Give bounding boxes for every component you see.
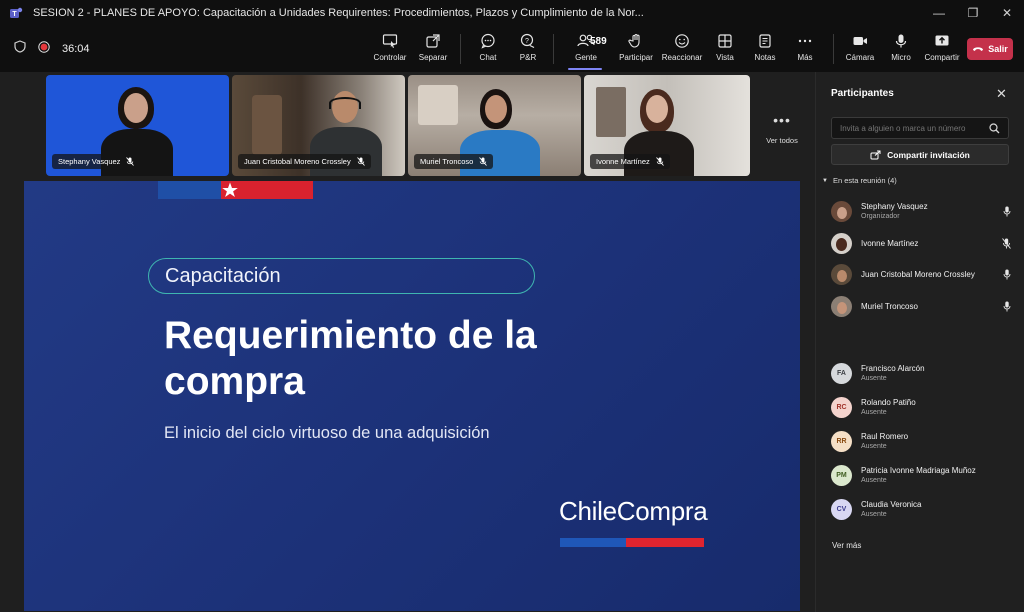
participant-row[interactable]: Muriel Troncoso: [831, 293, 1011, 319]
notas-button[interactable]: Notas: [751, 30, 779, 70]
see-more-link[interactable]: Ver más: [832, 541, 861, 550]
meeting-toolbar: 36:04 Controlar Separar Chat ? P&R Gente…: [0, 26, 1024, 72]
video-tile[interactable]: Muriel Troncoso: [408, 75, 581, 176]
leave-button[interactable]: Salir: [967, 38, 1013, 60]
participant-row[interactable]: Stephany Vasquez Organizador: [831, 198, 1011, 224]
more-dots-icon: •••: [773, 112, 791, 128]
microphone-icon[interactable]: [1003, 267, 1011, 285]
controlar-button[interactable]: Controlar: [372, 30, 408, 70]
tile-name-label: Ivonne Martínez: [590, 154, 670, 169]
shared-presentation: Capacitación Requerimiento de la compra …: [24, 181, 800, 611]
panel-title: Participantes: [831, 88, 894, 99]
slide-subtitle: El inicio del ciclo virtuoso de una adqu…: [164, 424, 490, 442]
vista-button[interactable]: Vista: [711, 30, 739, 70]
mic-off-icon: [126, 157, 135, 166]
window-title: SESION 2 - PLANES DE APOYO: Capacitación…: [33, 7, 644, 19]
active-tab-indicator: [568, 68, 602, 70]
absent-participant-row[interactable]: FA Francisco Alarcón Ausente: [831, 360, 1011, 386]
mic-off-icon: [356, 157, 365, 166]
close-window-button[interactable]: ✕: [990, 0, 1024, 26]
notes-icon: [759, 34, 771, 48]
mas-button[interactable]: Más: [791, 30, 819, 70]
mic-off-icon: [655, 157, 664, 166]
reaccionar-button[interactable]: Reaccionar: [661, 30, 703, 70]
video-tile[interactable]: Ivonne Martínez: [584, 75, 750, 176]
chile-flag-bar: [158, 181, 313, 199]
micro-button[interactable]: Micro: [887, 30, 915, 70]
close-panel-icon[interactable]: ✕: [996, 86, 1007, 102]
absent-participant-row[interactable]: RC Rolando Patiño Ausente: [831, 394, 1011, 420]
absent-participant-row[interactable]: RR Raul Romero Ausente: [831, 428, 1011, 454]
minimize-button[interactable]: —: [922, 0, 956, 26]
question-answer-icon: ?: [520, 33, 535, 49]
hang-up-icon: [973, 47, 984, 51]
recording-icon: [38, 40, 50, 58]
compartir-button[interactable]: Compartir: [923, 30, 961, 70]
svg-text:?: ?: [525, 38, 529, 45]
teams-logo-icon: T: [9, 6, 23, 20]
shield-icon[interactable]: [14, 40, 26, 58]
qa-button[interactable]: ? P&R: [512, 30, 544, 70]
chat-button[interactable]: Chat: [472, 30, 504, 70]
tile-name-label: Stephany Vasquez: [52, 154, 141, 169]
maximize-button[interactable]: ❐: [956, 0, 990, 26]
participants-panel: Participantes ✕ Compartir invitación ▼ E…: [815, 72, 1024, 612]
video-tile[interactable]: Stephany Vasquez: [46, 75, 229, 176]
pop-out-icon: [426, 34, 440, 48]
in-meeting-section-toggle[interactable]: ▼ En esta reunión (4): [822, 176, 897, 185]
participant-row[interactable]: Juan Cristobal Moreno Crossley: [831, 261, 1011, 287]
mic-off-icon[interactable]: [1002, 236, 1011, 254]
emoji-icon: [675, 34, 689, 48]
avatar: PM: [831, 464, 852, 486]
mic-off-icon: [479, 157, 488, 166]
chevron-down-icon: ▼: [822, 177, 828, 184]
invite-search-input[interactable]: [831, 117, 1009, 139]
search-icon[interactable]: [989, 121, 1000, 139]
tile-name-label: Juan Cristobal Moreno Crossley: [238, 154, 371, 169]
participar-button[interactable]: Participar: [617, 30, 655, 70]
microphone-icon: [895, 34, 907, 48]
share-icon: [870, 150, 881, 159]
avatar: [831, 232, 852, 254]
microphone-icon[interactable]: [1003, 204, 1011, 222]
meeting-stage: Stephany Vasquez Juan Cristobal Moreno C…: [0, 72, 815, 612]
avatar: RC: [831, 396, 852, 418]
more-options-icon: [798, 39, 812, 43]
avatar: RR: [831, 430, 852, 452]
avatar: FA: [831, 362, 852, 384]
separar-button[interactable]: Separar: [416, 30, 450, 70]
avatar: [831, 295, 852, 317]
tile-name-label: Muriel Troncoso: [414, 154, 494, 169]
brand-underline: [560, 538, 704, 547]
title-bar: T SESION 2 - PLANES DE APOYO: Capacitaci…: [0, 0, 1024, 26]
absent-participant-row[interactable]: CV Claudia Veronica Ausente: [831, 496, 1011, 522]
people-count-badge: 589: [590, 36, 607, 47]
slide-tag-pill: Capacitación: [148, 258, 535, 294]
chat-icon: [481, 33, 495, 49]
absent-participant-row[interactable]: PM Patricia Ivonne Madriaga Muñoz Ausente: [831, 462, 1011, 488]
video-tile[interactable]: Juan Cristobal Moreno Crossley: [232, 75, 405, 176]
participant-row[interactable]: Ivonne Martínez: [831, 230, 1011, 256]
camera-icon: [853, 37, 867, 45]
avatar: [831, 200, 852, 222]
meeting-timer: 36:04: [62, 43, 90, 55]
share-invite-button[interactable]: Compartir invitación: [831, 144, 1009, 165]
svg-text:T: T: [12, 11, 17, 18]
raise-hand-icon: [628, 33, 640, 48]
star-icon: [222, 182, 238, 197]
camara-button[interactable]: Cámara: [843, 30, 877, 70]
slide-title: Requerimiento de la compra: [164, 314, 537, 403]
grid-view-icon: [718, 34, 732, 48]
avatar: CV: [831, 498, 852, 520]
view-all-tiles-button[interactable]: ••• Ver todos: [762, 112, 802, 145]
chilecompra-logo: ChileCompra: [559, 496, 708, 526]
share-screen-icon: [935, 35, 949, 46]
take-control-icon: [382, 34, 398, 48]
avatar: [831, 263, 852, 285]
microphone-icon[interactable]: [1003, 299, 1011, 317]
